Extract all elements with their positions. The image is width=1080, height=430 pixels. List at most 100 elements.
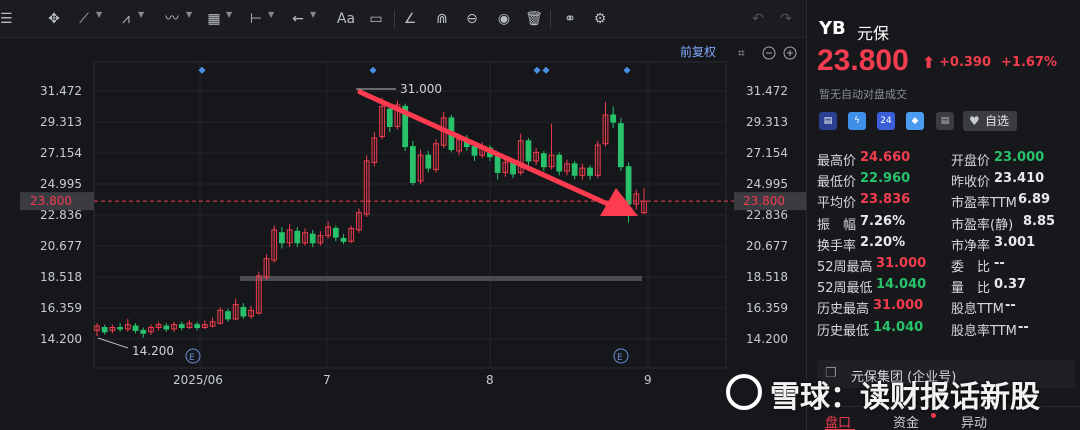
y-tick-right: 24.995 (746, 177, 788, 191)
stat-label: 昨收价 (951, 175, 991, 191)
chevron-down-icon[interactable]: ▼ (226, 10, 232, 19)
y-tick-left: 29.313 (40, 115, 82, 129)
earnings-event-label: E (617, 353, 623, 363)
lightning-icon[interactable]: ϟ (848, 112, 866, 130)
stat-value: 23.410 (994, 171, 1045, 187)
candle-body (494, 156, 501, 173)
candle-body (340, 237, 347, 242)
min-label: 14.200 (132, 344, 174, 358)
lock-icon[interactable]: ⊖ (462, 9, 482, 29)
candle-body (178, 324, 185, 329)
candle-body (386, 108, 393, 127)
y-tick-left: 27.154 (40, 146, 82, 160)
event-diamond[interactable] (369, 66, 377, 74)
undo-icon[interactable]: ↶ (748, 9, 768, 29)
stat-value: 23.836 (860, 192, 911, 208)
stat-label: 平均价 (817, 196, 857, 212)
chevron-down-icon[interactable]: ▼ (96, 10, 102, 19)
y-tick-right: 27.154 (746, 146, 788, 160)
stat-value: 8.85 (1023, 213, 1056, 229)
candle-body (332, 227, 339, 238)
y-tick-right: 18.518 (746, 270, 788, 284)
stat-value: 6.89 (1018, 192, 1051, 208)
trendline-icon[interactable]: ⟋ (74, 9, 94, 29)
chevron-down-icon[interactable]: ▼ (186, 10, 192, 19)
y-tick-right: 16.359 (746, 301, 788, 315)
candle-body (163, 325, 170, 330)
candlestick-chart[interactable]: 31.472 31.472 29.313 29.313 27.154 27.154 24.9… (0, 38, 806, 430)
stat-label: 开盘价 (951, 154, 991, 169)
us-flag-icon[interactable]: ▤ (819, 112, 837, 130)
stat-label: 振 幅 (817, 217, 857, 233)
trash-icon[interactable]: 🗑 (524, 9, 544, 29)
last-price: 23.800 (817, 44, 909, 77)
stat-value: 23.000 (994, 150, 1045, 165)
chevron-down-icon[interactable]: ▼ (138, 10, 144, 19)
event-diamond[interactable] (533, 66, 541, 74)
badge-24[interactable]: 24 (877, 112, 895, 130)
adjust-label[interactable]: 前复权 (680, 44, 716, 59)
x-tick: 2025/06 (173, 373, 223, 387)
eye-icon[interactable]: ◉ (494, 9, 514, 29)
y-tick-left: 16.359 (40, 301, 82, 315)
stat-value: 24.660 (860, 150, 911, 165)
fibonacci-icon[interactable]: ▦ (204, 9, 224, 29)
stat-value: 3.001 (994, 234, 1036, 250)
crosshair-icon[interactable]: ✥ (44, 9, 64, 29)
polyline-icon[interactable]: ⩘ (116, 9, 136, 29)
toolbar-divider (550, 10, 551, 28)
arrow-left-icon[interactable]: ← (288, 9, 308, 29)
drawing-toolbar: ☰ ✥ ⟋ ▼ ⩘ ▼ 〰 ▼ ▦ ▼ ⊢ ▼ ← ▼ Aa ▭ ∠ ⋒ ⊖ ◉… (0, 0, 806, 38)
stock-name: 元保 (857, 24, 890, 43)
y-tick-left: 24.995 (40, 177, 82, 191)
stat-label: 历史最低 (817, 323, 870, 339)
event-diamond[interactable] (542, 66, 550, 74)
stat-value: 14.040 (873, 319, 924, 335)
stat-label: 最低价 (817, 175, 857, 191)
magnet-icon[interactable]: ⋒ (432, 9, 452, 29)
tag-icon[interactable]: ◆ (906, 112, 924, 130)
y-tick-left: 14.200 (40, 332, 82, 346)
y-tick-right: 31.472 (746, 84, 788, 98)
stat-label: 市盈率(静) (951, 217, 1014, 233)
stat-value: 31.000 (876, 256, 927, 271)
candle-body (409, 146, 416, 183)
chart-canvas[interactable]: 31.472 31.472 29.313 29.313 27.154 27.154 24.9… (0, 38, 806, 430)
wave-icon[interactable]: 〰 (162, 9, 182, 29)
ruler-icon[interactable]: ∠ (400, 9, 420, 29)
support-band (240, 276, 642, 281)
favorite-label: 自选 (985, 114, 1010, 128)
crop-icon[interactable]: ⌗ (738, 46, 745, 60)
stat-value: 2.20% (860, 234, 906, 250)
xueqiu-logo (726, 374, 762, 410)
comment-icon[interactable]: ▭ (366, 9, 386, 29)
event-diamond[interactable] (623, 66, 631, 74)
candle-body (571, 163, 578, 176)
menu-icon[interactable]: ☰ (0, 9, 14, 29)
y-tick-right: 29.313 (746, 115, 788, 129)
stat-value: -- (1018, 319, 1029, 335)
price-tag-left-text: 23.800 (30, 194, 72, 208)
candle-body (294, 230, 301, 244)
compare-icon[interactable]: ⚭ (558, 9, 582, 29)
candle-body (556, 154, 563, 172)
candle-body (140, 329, 147, 334)
text-tool-icon[interactable]: Aa (334, 9, 358, 29)
stat-value: 31.000 (873, 298, 924, 314)
chevron-down-icon[interactable]: ▼ (310, 10, 316, 19)
stat-value: 14.040 (876, 277, 927, 293)
stat-label: 52周最高 (817, 260, 873, 275)
stat-label: 委 比 (951, 260, 991, 275)
add-favorite-button[interactable]: ♥ 自选 (963, 111, 1017, 131)
chevron-down-icon[interactable]: ▼ (268, 10, 274, 19)
y-tick-left: 31.472 (40, 84, 82, 98)
redo-icon[interactable]: ↷ (776, 9, 796, 29)
stat-label: 历史最高 (817, 302, 870, 318)
candle-body (625, 166, 632, 205)
stat-label: 股息TTM (951, 302, 1004, 318)
document-icon[interactable]: ▤ (936, 112, 954, 130)
settings-icon[interactable]: ⚙ (590, 9, 610, 29)
measure-icon[interactable]: ⊢ (246, 9, 266, 29)
stat-label: 市净率 (951, 238, 991, 254)
candle-body (540, 153, 547, 168)
